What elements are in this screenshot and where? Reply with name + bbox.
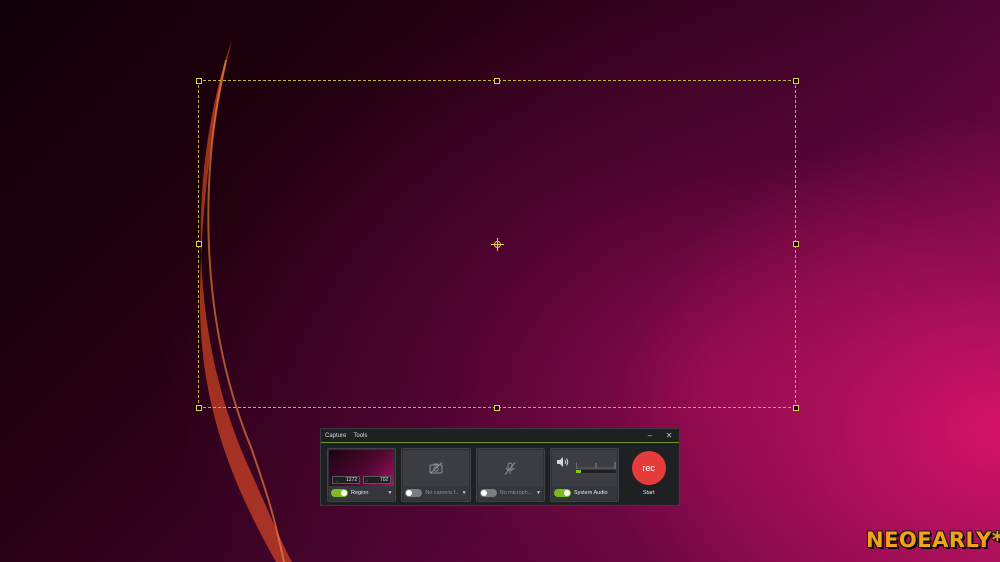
region-handle-top-right[interactable]	[793, 78, 799, 84]
region-toggle[interactable]	[331, 489, 348, 497]
region-handle-bottom-left[interactable]	[196, 405, 202, 411]
rec-start-label: Start	[642, 490, 655, 496]
speaker-icon	[556, 457, 569, 467]
camera-toggle[interactable]	[405, 489, 423, 497]
close-button[interactable]: ✕	[663, 431, 675, 441]
microphone-preview	[477, 450, 543, 486]
camera-footer: No camera f... ▼	[403, 486, 469, 500]
region-handle-middle-right[interactable]	[793, 241, 799, 247]
camera-panel[interactable]: No camera f... ▼	[401, 448, 471, 502]
recorder-titlebar: Capture Tools – ✕	[321, 429, 679, 443]
region-height-field[interactable]: ↕ 702	[363, 476, 392, 484]
region-dimensions: ↔ 1272 ↕ 702	[332, 476, 392, 484]
width-arrows-icon: ↔	[335, 477, 339, 483]
recorder-panels: ↔ 1272 ↕ 702 Region ▼ No camera f... ▼ N…	[327, 448, 673, 502]
recorder-window: Capture Tools – ✕ ↔ 1272 ↕ 702 Region ▼ …	[320, 428, 680, 506]
region-width-value: 1272	[346, 477, 358, 483]
region-dropdown-icon[interactable]: ▼	[387, 490, 392, 496]
system-audio-footer: System Audio	[551, 486, 618, 500]
region-preview: ↔ 1272 ↕ 702	[329, 450, 395, 486]
camera-preview	[403, 450, 469, 486]
record-control: rec Start	[624, 448, 673, 502]
microphone-footer: No microph... ▼	[477, 486, 543, 500]
camera-dropdown-icon[interactable]: ▼	[462, 490, 467, 496]
system-audio-toggle[interactable]	[553, 489, 571, 497]
region-panel[interactable]: ↔ 1272 ↕ 702 Region ▼	[327, 448, 397, 502]
region-handle-top-center[interactable]	[494, 78, 500, 84]
watermark-logo: NEOEARLY*	[866, 528, 1000, 552]
rec-button[interactable]: rec	[631, 451, 666, 485]
microphone-off-icon	[504, 461, 516, 475]
system-audio-label: System Audio	[573, 490, 608, 496]
region-handle-top-left[interactable]	[196, 78, 202, 84]
microphone-label: No microph...	[499, 490, 533, 496]
system-audio-preview	[551, 450, 618, 486]
audio-level-meter[interactable]	[575, 461, 616, 475]
system-audio-panel[interactable]: System Audio	[549, 448, 620, 502]
microphone-toggle[interactable]	[479, 489, 497, 497]
region-height-value: 702	[379, 477, 389, 483]
region-move-crosshair-icon[interactable]	[491, 238, 504, 251]
camera-off-icon	[429, 462, 443, 474]
camera-label: No camera f...	[425, 490, 459, 496]
region-handle-middle-left[interactable]	[196, 241, 202, 247]
region-footer: Region ▼	[329, 486, 395, 500]
region-width-field[interactable]: ↔ 1272	[332, 476, 361, 484]
region-handle-bottom-right[interactable]	[793, 405, 799, 411]
minimize-button[interactable]: –	[644, 431, 656, 441]
microphone-dropdown-icon[interactable]: ▼	[536, 490, 541, 496]
microphone-panel[interactable]: No microph... ▼	[475, 448, 545, 502]
region-handle-bottom-center[interactable]	[494, 405, 500, 411]
menu-capture[interactable]: Capture	[325, 433, 346, 439]
menu-tools[interactable]: Tools	[353, 433, 367, 439]
height-arrows-icon: ↕	[366, 477, 369, 483]
titlebar-accent-line	[321, 442, 679, 443]
region-label: Region	[351, 490, 369, 496]
